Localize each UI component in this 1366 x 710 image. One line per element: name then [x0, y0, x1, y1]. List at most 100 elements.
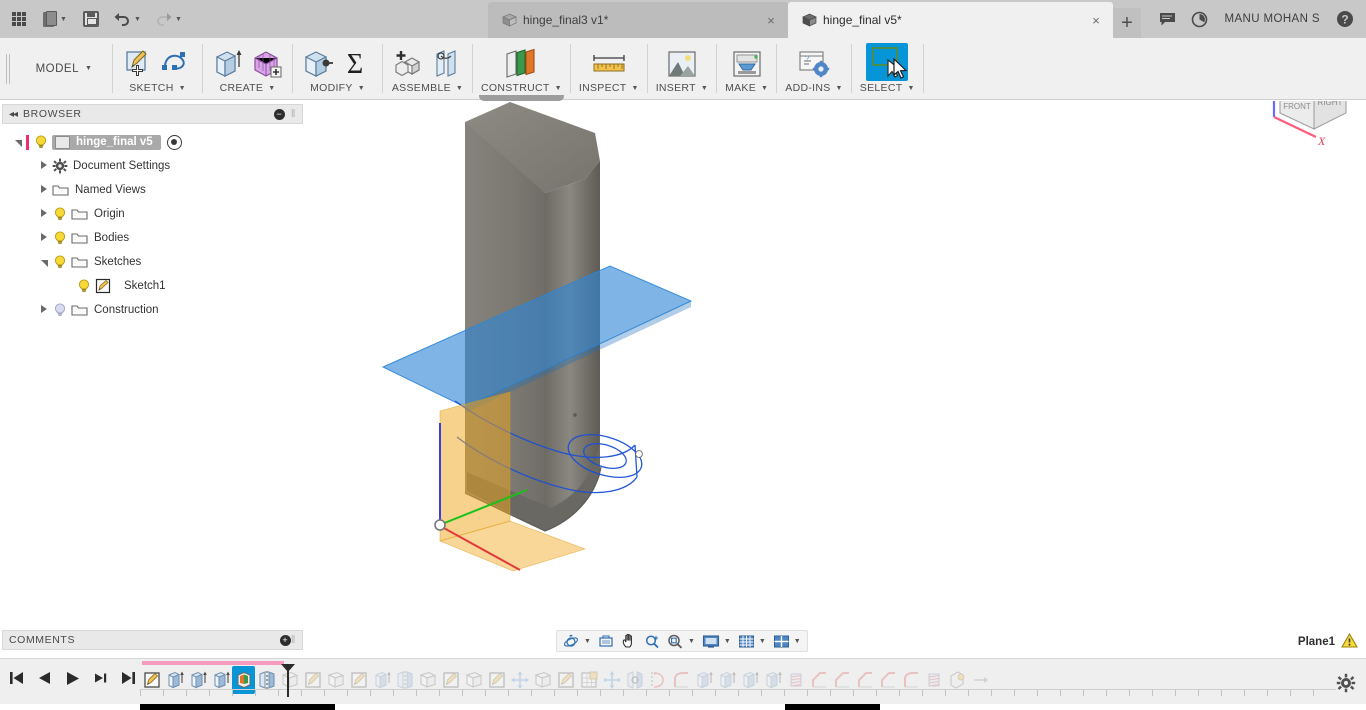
expand-arrow-icon[interactable] [36, 305, 52, 315]
visibility-bulb-icon[interactable] [76, 278, 92, 294]
step-back-icon[interactable] [34, 667, 54, 689]
origin-plane-overlap [440, 392, 510, 541]
sigma-icon[interactable]: Σ [340, 47, 374, 81]
activate-component-icon[interactable] [166, 134, 182, 150]
visibility-bulb-icon[interactable] [52, 302, 68, 318]
sketch-point-center[interactable] [573, 413, 577, 417]
select-cursor-icon[interactable] [866, 43, 909, 81]
tree-item-origin[interactable]: Origin [0, 202, 305, 226]
press-pull-icon[interactable] [301, 47, 335, 81]
collapse-panel-icon[interactable]: ◂◂ [9, 109, 18, 120]
gear-icon [52, 158, 68, 174]
root-component-chip[interactable]: hinge_final v5 [52, 134, 161, 150]
undo-icon[interactable]: ▼ [107, 2, 147, 36]
tree-item-document-settings[interactable]: Document Settings [0, 154, 305, 178]
timeline-track[interactable] [140, 661, 1336, 703]
pan-icon[interactable] [618, 631, 640, 651]
pattern-box-icon[interactable] [250, 47, 284, 81]
ribbon-divider [922, 44, 924, 93]
help-icon[interactable]: ? [1330, 4, 1360, 34]
tree-item-sketch1[interactable]: Sketch1 [0, 274, 305, 298]
timeline-playhead-marker[interactable] [280, 663, 295, 704]
workspace-switcher[interactable]: MODEL ▼ [16, 38, 112, 99]
visibility-bulb-icon[interactable] [52, 254, 68, 270]
ribbon-panel-assemble-label: ASSEMBLE [391, 82, 451, 94]
document-tab-1-close-icon[interactable]: × [764, 13, 778, 28]
view-cube[interactable]: Z X FRONT RIGHT [1250, 101, 1360, 155]
chevron-down-icon: ▼ [584, 637, 591, 645]
fusion360-window: ▼ ▼ ▼ hinge_final3 v1* × hinge_final v5*… [0, 0, 1366, 710]
viewcube-front-label: FRONT [1283, 102, 1311, 111]
fit-icon[interactable]: ▼ [664, 631, 698, 651]
document-tab-2-close-icon[interactable]: × [1089, 13, 1103, 28]
orbit-icon[interactable]: ▼ [560, 631, 594, 651]
chevron-down-icon: ▼ [84, 65, 93, 72]
ribbon-grip[interactable] [0, 38, 16, 99]
go-to-beginning-icon[interactable] [6, 667, 26, 689]
insert-image-icon[interactable] [665, 47, 699, 81]
add-comment-icon[interactable]: + [279, 634, 291, 646]
play-icon[interactable] [62, 667, 82, 689]
comments-grip-icon[interactable]: ‖ [291, 634, 296, 646]
ribbon-panel-make: MAKE ▼ [717, 38, 776, 99]
grid-snaps-icon[interactable]: ▼ [735, 631, 769, 651]
ribbon-panel-create: CREATE ▼ [203, 38, 292, 99]
user-name-label[interactable]: MANU MOHAN S [1216, 13, 1328, 25]
model-view [381, 102, 693, 572]
tree-item-bodies[interactable]: Bodies [0, 226, 305, 250]
titlebar-right-tools: MANU MOHAN S ? [1152, 0, 1366, 38]
component-activity-bar [26, 134, 29, 150]
scripts-addins-icon[interactable]: ? [797, 47, 831, 81]
expand-arrow-icon[interactable] [36, 185, 52, 195]
step-forward-icon[interactable] [90, 667, 110, 689]
notifications-icon[interactable] [1152, 4, 1182, 34]
visibility-bulb-icon[interactable] [52, 230, 68, 246]
expand-arrow-icon[interactable] [36, 233, 52, 243]
job-status-icon[interactable] [1184, 4, 1214, 34]
expand-arrow-icon[interactable] [10, 137, 26, 147]
ribbon-panel-insert-label: INSERT [655, 82, 696, 94]
svg-text:?: ? [805, 55, 810, 64]
visibility-bulb-icon[interactable] [33, 134, 49, 150]
chevron-down-icon: ▼ [761, 84, 769, 92]
offset-plane-icon[interactable] [501, 47, 541, 81]
viewport-canvas[interactable]: Z X FRONT RIGHT [305, 101, 1366, 628]
expand-arrow-icon[interactable] [36, 209, 52, 219]
app-grid-glyph [12, 12, 26, 26]
spline-icon[interactable] [160, 47, 194, 81]
3d-print-icon[interactable] [730, 47, 764, 81]
joint-icon[interactable] [430, 47, 464, 81]
timeline-settings-icon[interactable] [1336, 673, 1358, 695]
expand-arrow-icon[interactable] [36, 257, 52, 267]
new-component-icon[interactable] [391, 47, 425, 81]
measure-icon[interactable] [589, 47, 629, 81]
look-at-icon[interactable] [595, 631, 617, 651]
document-tab-1[interactable]: hinge_final3 v1* × [488, 2, 788, 38]
redo-icon[interactable]: ▼ [148, 2, 188, 36]
create-sketch-icon[interactable] [121, 47, 155, 81]
tree-item-sketches[interactable]: Sketches [0, 250, 305, 274]
document-tab-2[interactable]: hinge_final v5* × [788, 2, 1113, 38]
origin-point[interactable] [434, 519, 446, 531]
new-file-icon[interactable]: ▼ [35, 2, 75, 36]
expand-arrow-icon[interactable] [36, 161, 52, 171]
app-grid-icon[interactable] [4, 2, 34, 36]
browser-grip-icon[interactable]: ‖ [291, 108, 296, 120]
zoom-icon[interactable] [641, 631, 663, 651]
visibility-bulb-icon[interactable] [52, 206, 68, 222]
sketch-point[interactable] [635, 450, 643, 458]
browser-minus-icon[interactable]: − [273, 108, 285, 120]
save-icon[interactable] [76, 2, 106, 36]
tree-item-root[interactable]: hinge_final v5 [0, 130, 305, 154]
new-tab-button[interactable]: + [1113, 8, 1141, 38]
tree-item-construction[interactable]: Construction [0, 298, 305, 322]
warning-triangle-icon[interactable] [1341, 632, 1358, 651]
ribbon-panel-modify: Σ MODIFY ▼ [293, 38, 382, 99]
browser-title: BROWSER [23, 108, 82, 120]
display-settings-icon[interactable]: ▼ [699, 631, 734, 651]
comments-panel[interactable]: COMMENTS + ‖ [2, 630, 303, 650]
viewports-icon[interactable]: ▼ [770, 631, 804, 651]
extrude-icon[interactable] [211, 47, 245, 81]
go-to-end-icon[interactable] [118, 667, 138, 689]
tree-item-named-views[interactable]: Named Views [0, 178, 305, 202]
